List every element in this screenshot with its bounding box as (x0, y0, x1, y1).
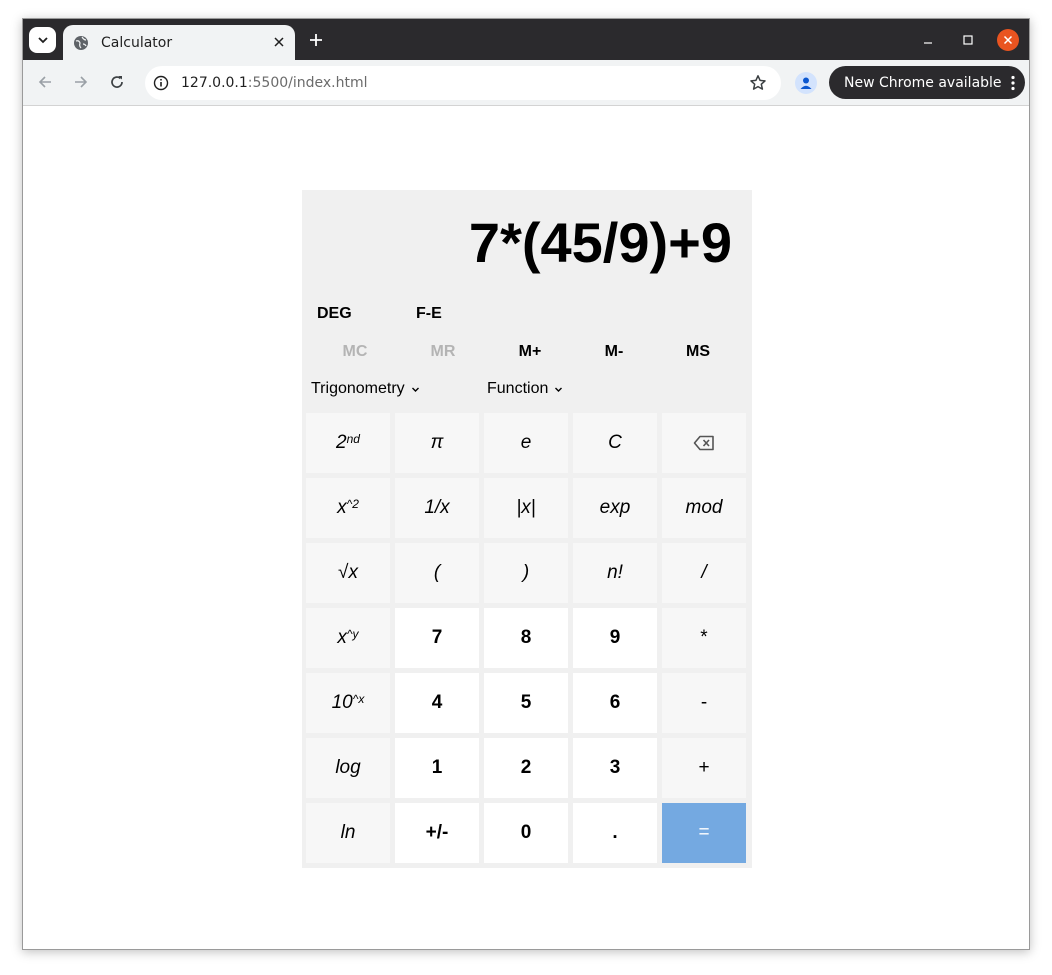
backspace-icon (693, 435, 714, 451)
bookmark-star-icon[interactable] (749, 74, 767, 92)
reciprocal-button[interactable]: 1/x (395, 478, 479, 538)
keypad: 2nd π e C x ^2 1/x |x| exp mod √x ( ) n! … (306, 413, 748, 863)
tab-title: Calculator (101, 34, 173, 51)
second-base: 2 (336, 432, 347, 453)
square-button[interactable]: x ^2 (306, 478, 390, 538)
chevron-down-icon (37, 37, 48, 44)
equals-button[interactable]: = (662, 803, 746, 863)
profile-avatar[interactable] (795, 72, 817, 94)
digit-2-button[interactable]: 2 (484, 738, 568, 798)
memory-recall-button[interactable]: MR (401, 343, 485, 361)
url-host: 127.0.0.1 (181, 75, 248, 91)
digit-5-button[interactable]: 5 (484, 673, 568, 733)
browser-toolbar: 127.0.0.1:5500/index.html New Chrome ava… (23, 60, 1029, 106)
divide-button[interactable]: / (662, 543, 746, 603)
close-paren-button[interactable]: ) (484, 543, 568, 603)
function-dropdown[interactable]: Function (487, 380, 563, 398)
ten-power-button[interactable]: 10 ^x (306, 673, 390, 733)
minimize-icon (924, 42, 932, 44)
new-tab-button[interactable] (306, 30, 326, 50)
trigonometry-label: Trigonometry (311, 380, 405, 397)
memory-clear-button[interactable]: MC (313, 343, 397, 361)
address-bar[interactable]: 127.0.0.1:5500/index.html (145, 66, 781, 100)
person-icon (800, 77, 812, 89)
open-paren-button[interactable]: ( (395, 543, 479, 603)
memory-store-button[interactable]: MS (656, 343, 740, 361)
tab-close-icon[interactable] (271, 34, 287, 50)
square-sup: ^2 (346, 497, 359, 511)
calculator-display: 7*(45/9)+9 (468, 211, 732, 274)
digit-4-button[interactable]: 4 (395, 673, 479, 733)
reload-icon (111, 76, 123, 88)
sqrt-button[interactable]: √x (306, 543, 390, 603)
square-base: x (337, 497, 347, 518)
calculator: 7*(45/9)+9 DEG F-E MC MR M+ M- MS Trigon… (302, 190, 752, 868)
digit-6-button[interactable]: 6 (573, 673, 657, 733)
pi-button[interactable]: π (395, 413, 479, 473)
factorial-button[interactable]: n! (573, 543, 657, 603)
url-text: 127.0.0.1:5500/index.html (181, 75, 368, 91)
chrome-update-button[interactable]: New Chrome available (829, 66, 1025, 99)
browser-window: Calculator 127.0.0.1:5500/index.html New… (22, 18, 1030, 950)
tab-search-button[interactable] (29, 27, 56, 53)
digit-7-button[interactable]: 7 (395, 608, 479, 668)
decimal-button[interactable]: . (573, 803, 657, 863)
second-function-button[interactable]: 2nd (306, 413, 390, 473)
log-button[interactable]: log (306, 738, 390, 798)
title-bar: Calculator (23, 19, 1029, 60)
reload-button[interactable] (107, 72, 127, 92)
multiply-button[interactable]: * (662, 608, 746, 668)
trigonometry-dropdown[interactable]: Trigonometry (311, 380, 420, 398)
tab-calculator[interactable]: Calculator (63, 25, 295, 60)
back-button[interactable] (35, 72, 55, 92)
ten-power-base: 10 (331, 692, 353, 713)
maximize-icon (963, 35, 973, 45)
more-vert-icon (1011, 75, 1015, 91)
update-label: New Chrome available (844, 74, 1002, 91)
digit-8-button[interactable]: 8 (484, 608, 568, 668)
power-base: x (337, 627, 347, 648)
digit-3-button[interactable]: 3 (573, 738, 657, 798)
mod-button[interactable]: mod (662, 478, 746, 538)
site-info-icon[interactable] (153, 75, 169, 91)
arrow-right-icon (75, 76, 88, 88)
backspace-button[interactable] (662, 413, 746, 473)
minus-button[interactable]: - (662, 673, 746, 733)
function-label: Function (487, 380, 549, 397)
second-sup: nd (346, 432, 360, 446)
chevron-down-icon (411, 385, 420, 394)
maximize-button[interactable] (957, 29, 979, 51)
fe-button[interactable]: F-E (416, 305, 442, 323)
plus-icon (310, 34, 322, 46)
chevron-down-icon (554, 385, 563, 394)
digit-9-button[interactable]: 9 (573, 608, 657, 668)
power-button[interactable]: x ^y (306, 608, 390, 668)
digit-0-button[interactable]: 0 (484, 803, 568, 863)
angle-mode-button[interactable]: DEG (317, 305, 352, 323)
memory-subtract-button[interactable]: M- (572, 343, 656, 361)
digit-1-button[interactable]: 1 (395, 738, 479, 798)
negate-button[interactable]: +/- (395, 803, 479, 863)
forward-button[interactable] (71, 72, 91, 92)
globe-icon (73, 35, 89, 51)
close-window-button[interactable] (997, 29, 1019, 51)
clear-button[interactable]: C (573, 413, 657, 473)
plus-button[interactable]: + (662, 738, 746, 798)
close-icon (1003, 35, 1013, 45)
exp-button[interactable]: exp (573, 478, 657, 538)
memory-add-button[interactable]: M+ (488, 343, 572, 361)
ln-button[interactable]: ln (306, 803, 390, 863)
arrow-left-icon (38, 76, 51, 88)
power-sup: ^y (346, 627, 359, 641)
ten-power-sup: ^x (352, 692, 365, 706)
euler-button[interactable]: e (484, 413, 568, 473)
absolute-button[interactable]: |x| (484, 478, 568, 538)
url-path: :5500/index.html (247, 75, 368, 91)
minimize-button[interactable] (917, 29, 939, 51)
